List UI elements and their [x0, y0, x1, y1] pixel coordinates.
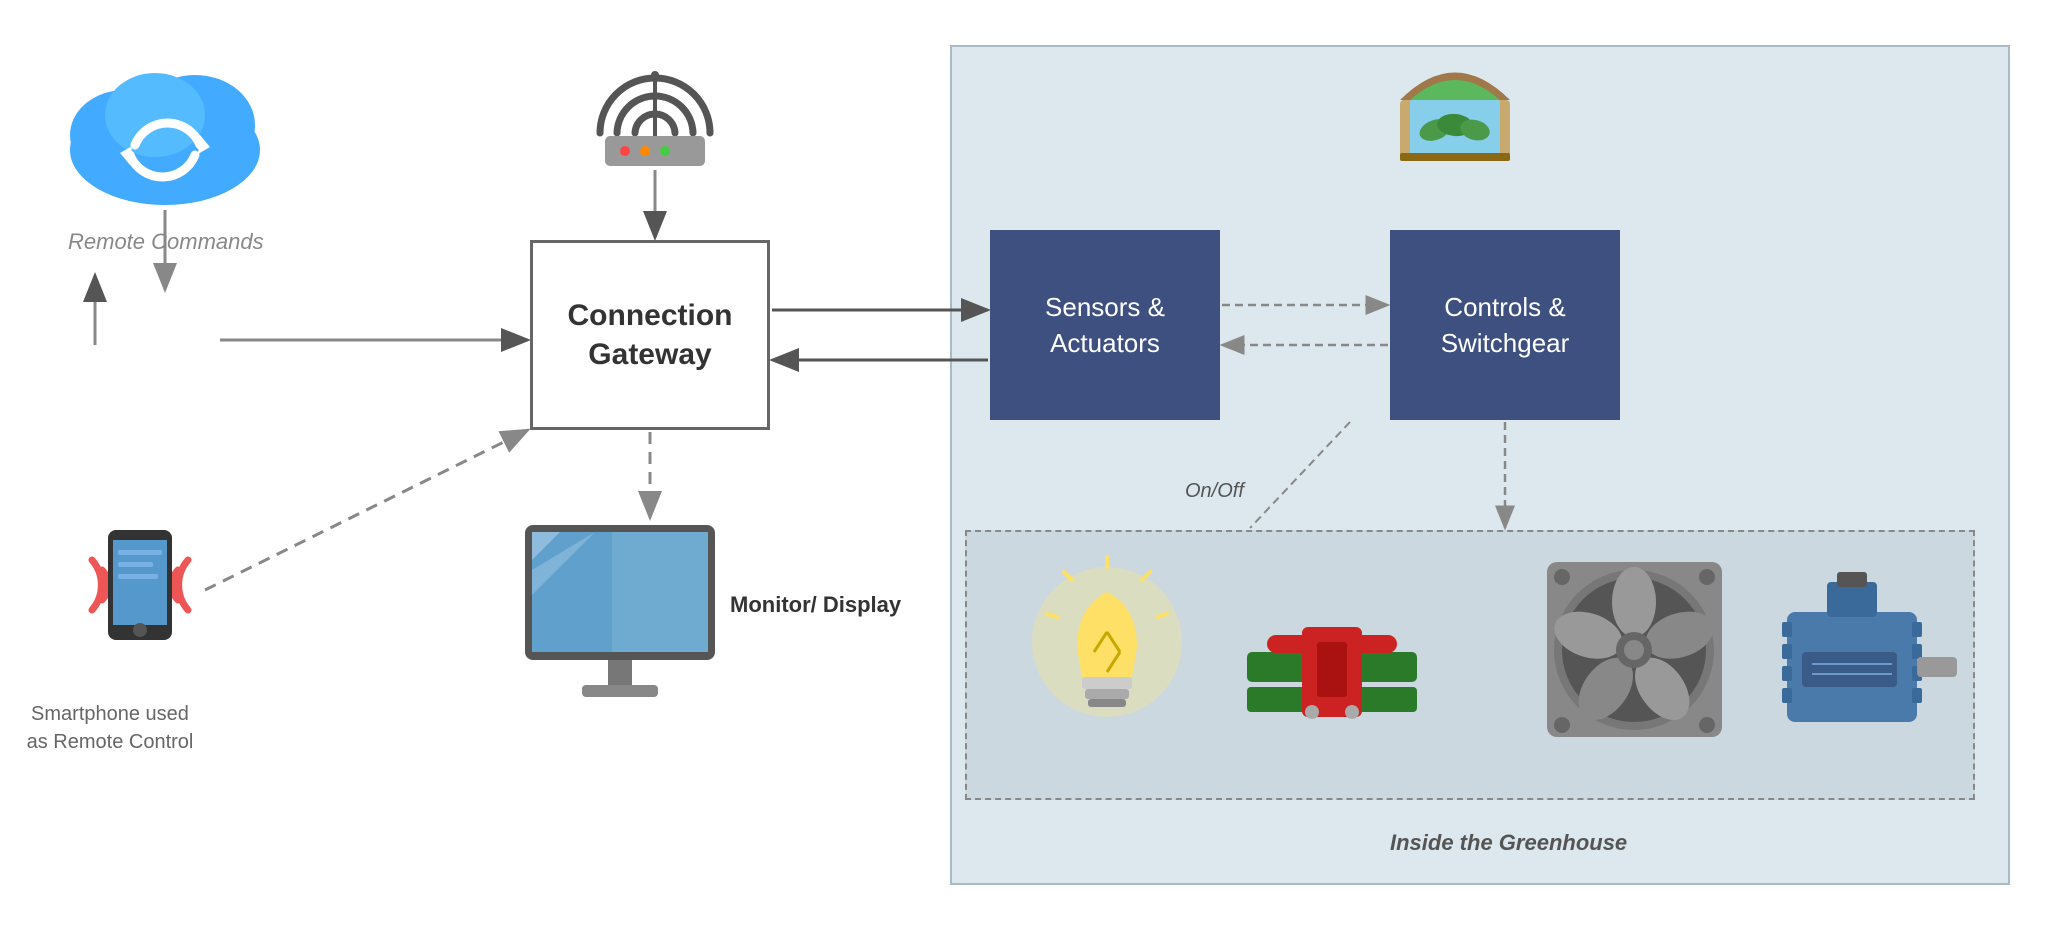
- sensors-label: Sensors & Actuators: [990, 289, 1220, 362]
- smartphone-label: Smartphone used as Remote Control: [20, 700, 200, 756]
- connection-gateway-box: Connection Gateway: [530, 240, 770, 430]
- monitor-label: Monitor/ Display: [730, 590, 901, 621]
- controls-label: Controls & Switchgear: [1390, 289, 1620, 362]
- cloud-icon: [55, 40, 275, 210]
- smartphone-icon: [80, 510, 200, 690]
- inside-greenhouse-label: Inside the Greenhouse: [1390, 830, 1627, 856]
- diagram: Remote Commands Connection Gateway: [0, 0, 2048, 943]
- greenhouse-icon: [1390, 55, 1520, 165]
- controls-box: Controls & Switchgear: [1390, 230, 1620, 420]
- equipment-box: [965, 530, 1975, 800]
- onoff-label: On/Off: [1185, 480, 1244, 503]
- router-icon: [590, 48, 720, 168]
- remote-commands-label: Remote Commands: [68, 228, 264, 257]
- gateway-label: Connection Gateway: [533, 296, 767, 374]
- monitor-icon: [520, 520, 720, 720]
- sensors-box: Sensors & Actuators: [990, 230, 1220, 420]
